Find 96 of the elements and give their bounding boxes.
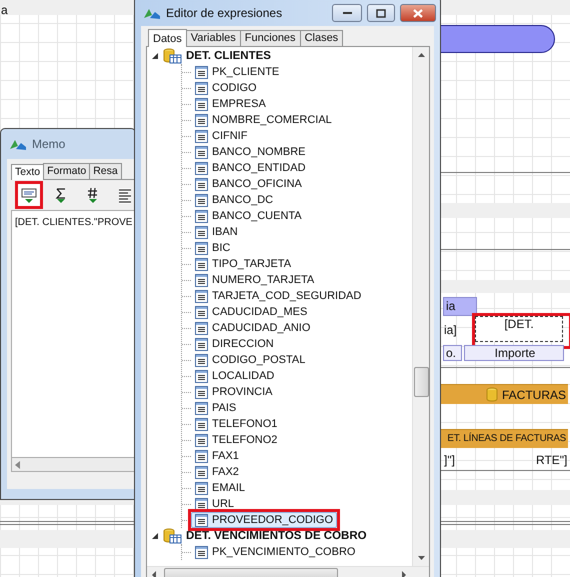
tree-item[interactable]: PK_CLIENTE <box>191 64 284 80</box>
tab[interactable]: Resa <box>89 163 122 179</box>
tree-item[interactable]: BANCO_OFICINA <box>191 176 306 192</box>
field-icon <box>195 338 208 350</box>
tree-item[interactable]: PROVINCIA <box>191 384 277 400</box>
expanded-icon[interactable] <box>151 532 159 540</box>
tree-item[interactable]: BIC <box>191 240 234 256</box>
tree-item[interactable]: CODIGO_POSTAL <box>191 352 310 368</box>
column-label: Importe <box>464 345 564 361</box>
maximize-button[interactable] <box>367 4 395 22</box>
text-field-icon <box>21 186 37 204</box>
field-icon <box>195 274 208 286</box>
tree-item[interactable]: CADUCIDAD_ANIO <box>191 320 314 336</box>
tree-item[interactable]: URL <box>191 496 238 512</box>
field-text: ]"] <box>444 452 455 469</box>
tree-item[interactable]: CODIGO <box>191 80 261 96</box>
tree-item[interactable]: PROVEEDOR_CODIGO <box>191 512 338 528</box>
column-label: o. <box>443 345 462 361</box>
tree-item[interactable]: IBAN <box>191 224 242 240</box>
close-button[interactable] <box>400 4 436 22</box>
field-icon <box>195 258 208 270</box>
field-icon <box>195 498 208 510</box>
tree-item[interactable]: TARJETA_COD_SEGURIDAD <box>191 288 366 304</box>
tab[interactable]: Clases <box>300 30 344 46</box>
field-icon <box>195 130 208 142</box>
column-label: ia <box>443 297 477 316</box>
memo-field[interactable]: [DET. <box>475 316 563 342</box>
tree-item[interactable]: NOMBRE_COMERCIAL <box>191 112 336 128</box>
field-icon <box>195 114 208 126</box>
tab[interactable]: Texto <box>11 164 44 180</box>
field-icon <box>195 418 208 430</box>
tree-node[interactable]: DET. VENCIMIENTOS DE COBRO <box>182 528 371 544</box>
align-left-icon <box>117 186 133 204</box>
tree-item[interactable]: PAIS <box>191 400 240 416</box>
database-icon <box>486 387 498 402</box>
field-icon <box>195 434 208 446</box>
field-icon <box>195 386 208 398</box>
field-text: ia] <box>444 322 458 338</box>
field-icon <box>195 98 208 110</box>
band-title: ET. LÍNEAS DE FACTURAS <box>447 432 566 446</box>
tree-item[interactable]: DIRECCION <box>191 336 278 352</box>
field-icon <box>195 322 208 334</box>
tree-item[interactable]: BANCO_ENTIDAD <box>191 160 310 176</box>
minimize-icon <box>342 12 352 14</box>
field-icon <box>195 82 208 94</box>
field-icon <box>195 194 208 206</box>
band-title: a <box>1 2 8 19</box>
tree-item[interactable]: TELEFONO2 <box>191 432 282 448</box>
tree-item[interactable]: TIPO_TARJETA <box>191 256 296 272</box>
tab[interactable]: Datos <box>148 29 187 47</box>
text-area[interactable]: [DET. CLIENTES."PROVE <box>11 210 135 458</box>
field-icon <box>195 370 208 382</box>
expanded-icon[interactable] <box>151 52 159 60</box>
band-title: FACTURAS <box>502 386 566 404</box>
tree-item[interactable]: CADUCIDAD_MES <box>191 304 312 320</box>
tree-item[interactable]: NUMERO_TARJETA <box>191 272 318 288</box>
tree-item[interactable]: TELEFONO1 <box>191 416 282 432</box>
field-icon <box>195 146 208 158</box>
minimize-button[interactable] <box>332 4 362 22</box>
field-icon <box>195 66 208 78</box>
tree-item[interactable]: BANCO_DC <box>191 192 278 208</box>
window-title: Editor de expresiones <box>166 5 284 22</box>
field-icon <box>195 306 208 318</box>
field-icon <box>195 546 208 558</box>
tree-item[interactable]: EMAIL <box>191 480 250 496</box>
field-icon <box>195 402 208 414</box>
field-icon <box>195 210 208 222</box>
field-icon <box>195 450 208 462</box>
tree-item[interactable]: CIFNIF <box>191 128 252 144</box>
field-text: RTE"] <box>536 452 568 469</box>
field-icon <box>195 290 208 302</box>
field-icon <box>195 178 208 190</box>
scroll-left-icon <box>15 460 21 468</box>
field-icon <box>195 482 208 494</box>
field-icon <box>195 226 208 238</box>
tab[interactable]: Funciones <box>240 30 301 46</box>
tree-item[interactable]: FAX1 <box>191 448 243 464</box>
tree-node[interactable]: DET. CLIENTES <box>182 48 275 64</box>
tree-item[interactable]: BANCO_CUENTA <box>191 208 306 224</box>
tree-item[interactable]: PK_VENCIMIENTO_COBRO <box>191 544 360 560</box>
tree-item[interactable]: LOCALIDAD <box>191 368 278 384</box>
tab[interactable]: Formato <box>43 163 90 179</box>
close-icon <box>413 8 423 18</box>
field-icon <box>195 514 208 526</box>
tree-item[interactable]: FAX2 <box>191 464 243 480</box>
maximize-icon <box>376 8 386 18</box>
table-icon <box>162 528 182 544</box>
tree-item[interactable]: BANCO_NOMBRE <box>191 144 310 160</box>
tree-item[interactable]: EMPRESA <box>191 96 270 112</box>
tab[interactable]: Variables <box>186 30 241 46</box>
field-icon <box>195 354 208 366</box>
scrollbar-thumb[interactable] <box>414 367 429 397</box>
field-icon <box>195 466 208 478</box>
field-icon <box>195 242 208 254</box>
window-title: Memo <box>32 136 66 153</box>
field-icon <box>195 162 208 174</box>
